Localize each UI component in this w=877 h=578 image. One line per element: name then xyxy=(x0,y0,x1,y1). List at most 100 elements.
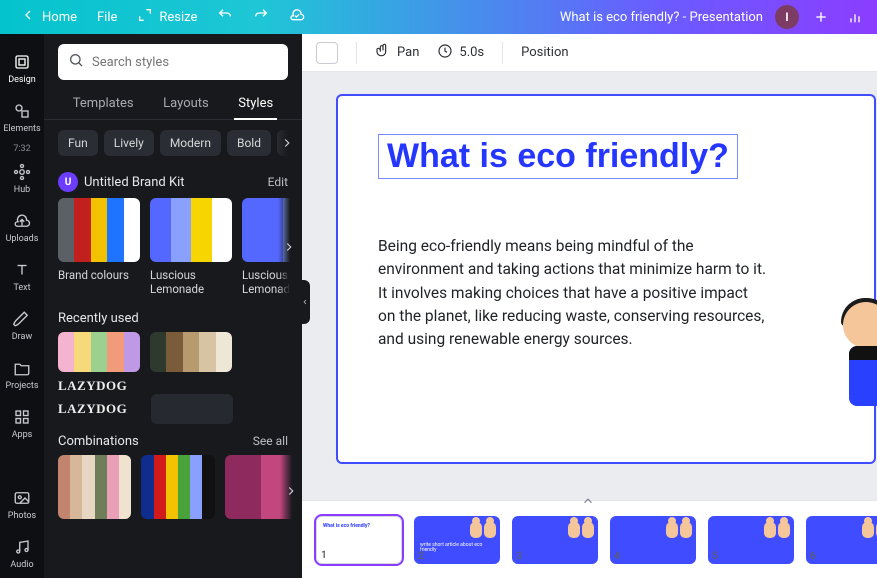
timestamp-label: 7:32 xyxy=(13,144,30,154)
apps-icon xyxy=(12,407,32,427)
tab-templates[interactable]: Templates xyxy=(69,88,138,119)
position-label: Position xyxy=(521,45,568,60)
chip-bold[interactable]: Bold xyxy=(227,130,271,156)
rail-elements[interactable]: Elements xyxy=(0,93,44,142)
elements-icon xyxy=(12,101,32,121)
document-title[interactable]: What is eco friendly? - Presentation xyxy=(560,10,763,25)
thumb-text: write short article about eco friendly xyxy=(420,543,500,554)
top-bar: Home File Resize What is eco friendly? -… xyxy=(0,0,877,34)
combinations-see-all[interactable]: See all xyxy=(253,434,288,448)
combo-scroll-right[interactable] xyxy=(280,455,302,527)
pan-button[interactable]: Pan xyxy=(375,43,419,63)
recently-used-title: Recently used xyxy=(44,297,302,332)
combinations-header: Combinations See all xyxy=(44,424,302,455)
thumb-illustration xyxy=(568,522,594,538)
cloud-sync-button[interactable] xyxy=(279,3,315,31)
recent-swatch-card[interactable] xyxy=(58,332,140,372)
editor-area: Pan 5.0s Position What is eco friendly? … xyxy=(302,34,877,578)
analytics-button[interactable] xyxy=(843,5,867,29)
chip-modern[interactable]: Modern xyxy=(160,130,221,156)
combinations-title: Combinations xyxy=(58,434,139,449)
rail-hub[interactable]: Hub xyxy=(0,154,44,203)
chip-fun[interactable]: Fun xyxy=(58,130,98,156)
rail-draw[interactable]: Draw xyxy=(0,301,44,350)
thumb-number: 4 xyxy=(614,551,620,562)
rail-design[interactable]: Design xyxy=(0,44,44,93)
resize-icon xyxy=(137,7,153,27)
resize-button[interactable]: Resize xyxy=(127,3,207,31)
user-avatar[interactable]: I xyxy=(775,5,799,29)
rail-text[interactable]: Text xyxy=(0,252,44,301)
brand-kit-title: Untitled Brand Kit xyxy=(84,175,185,190)
combination-card[interactable] xyxy=(141,455,214,519)
search-box[interactable] xyxy=(58,44,288,80)
slide-title[interactable]: What is eco friendly? xyxy=(378,134,738,179)
filmstrip: 1What is eco friendly?2write short artic… xyxy=(302,500,877,578)
pan-label: Pan xyxy=(397,45,419,60)
thumb-number: 5 xyxy=(712,551,718,562)
rail-audio[interactable]: Audio xyxy=(0,529,44,578)
slide-illustration xyxy=(829,302,877,492)
rail-photos[interactable]: Photos xyxy=(0,480,44,529)
rail-projects[interactable]: Projects xyxy=(0,350,44,399)
rail-label: Hub xyxy=(14,185,30,195)
file-menu[interactable]: File xyxy=(87,6,127,29)
left-rail: Design Elements 7:32 Hub Uploads Text Dr… xyxy=(0,34,44,578)
recent-swatch-card[interactable] xyxy=(150,332,232,372)
rail-uploads[interactable]: Uploads xyxy=(0,203,44,252)
undo-button[interactable] xyxy=(207,3,243,31)
slide-canvas[interactable]: What is eco friendly? Being eco-friendly… xyxy=(336,94,876,464)
redo-button[interactable] xyxy=(243,3,279,31)
tab-styles[interactable]: Styles xyxy=(234,88,277,119)
recently-used-grid xyxy=(44,332,302,372)
swatch-label: Brand colours xyxy=(58,268,140,282)
rail-label: Apps xyxy=(12,430,33,440)
thumb-number: 3 xyxy=(516,551,522,562)
rail-label: Photos xyxy=(8,511,36,521)
brandkit-scroll-right[interactable] xyxy=(278,198,300,297)
canvas-stage[interactable]: What is eco friendly? Being eco-friendly… xyxy=(302,72,877,500)
slide-thumb[interactable]: 1What is eco friendly? xyxy=(316,516,402,564)
home-button[interactable]: Home xyxy=(10,3,87,31)
combinations-row xyxy=(44,455,302,527)
share-add-button[interactable] xyxy=(809,5,833,29)
brand-kit-edit-link[interactable]: Edit xyxy=(268,175,288,189)
search-input[interactable] xyxy=(92,55,278,70)
redo-icon xyxy=(253,7,269,27)
slide-body-text[interactable]: Being eco-friendly means being mindful o… xyxy=(378,235,768,351)
brand-swatch-card[interactable]: Brand colours xyxy=(58,198,140,297)
hand-icon xyxy=(375,43,391,63)
slide-thumb[interactable]: 3 xyxy=(512,516,598,564)
rail-label: Projects xyxy=(6,381,39,391)
chips-scroll-right[interactable] xyxy=(276,130,298,156)
resize-label: Resize xyxy=(159,10,197,25)
background-color-picker[interactable] xyxy=(316,42,338,64)
rail-apps[interactable]: Apps xyxy=(0,399,44,448)
filmstrip-collapse[interactable] xyxy=(581,493,599,511)
search-icon xyxy=(68,52,84,72)
thumb-illustration xyxy=(862,522,877,538)
combination-card[interactable] xyxy=(58,455,131,519)
brand-swatch-card[interactable]: Luscious Lemonade xyxy=(150,198,232,297)
panel-collapse-handle[interactable] xyxy=(300,280,310,324)
brand-kit-avatar: U xyxy=(58,172,78,192)
text-icon xyxy=(12,260,32,280)
slide-thumb[interactable]: 6 xyxy=(806,516,877,564)
tab-layouts[interactable]: Layouts xyxy=(159,88,213,119)
brand-kit-header: U Untitled Brand Kit Edit xyxy=(44,162,302,198)
file-label: File xyxy=(97,10,117,25)
slide-thumb[interactable]: 2write short article about eco friendly xyxy=(414,516,500,564)
duration-button[interactable]: 5.0s xyxy=(437,43,484,63)
undo-icon xyxy=(217,7,233,27)
projects-icon xyxy=(12,358,32,378)
rail-label: Audio xyxy=(10,560,33,570)
position-button[interactable]: Position xyxy=(521,45,568,60)
empty-style-card[interactable] xyxy=(151,394,233,424)
slide-thumb[interactable]: 5 xyxy=(708,516,794,564)
slide-thumb[interactable]: 4 xyxy=(610,516,696,564)
thumb-title: What is eco friendly? xyxy=(323,523,370,529)
chip-lively[interactable]: Lively xyxy=(104,130,154,156)
thumb-illustration xyxy=(470,522,496,538)
swatch-label: Luscious Lemonade xyxy=(150,268,232,297)
rail-label: Text xyxy=(13,283,30,293)
